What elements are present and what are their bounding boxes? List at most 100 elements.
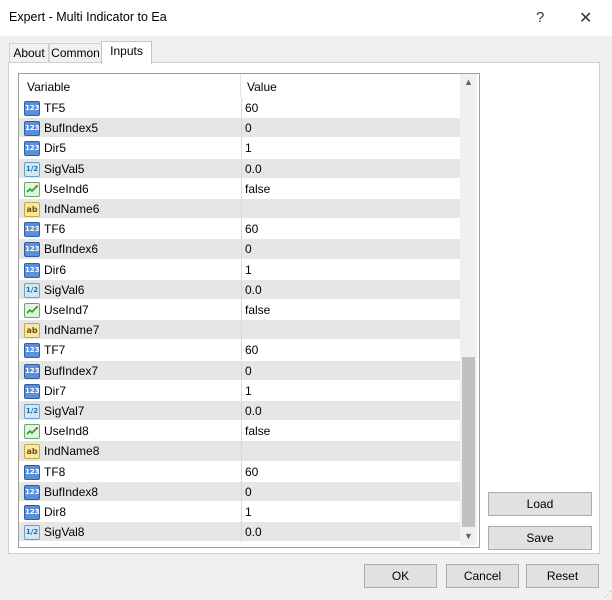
variable-cell: 123 BufIndex6: [22, 239, 238, 259]
value-cell[interactable]: 0: [241, 239, 460, 260]
help-button[interactable]: ?: [536, 9, 544, 26]
table-row[interactable]: UseInd6 false: [19, 178, 460, 199]
value-cell[interactable]: 60: [241, 461, 460, 482]
variable-value[interactable]: 1: [245, 141, 252, 155]
value-cell[interactable]: [241, 199, 460, 219]
value-cell[interactable]: 60: [241, 219, 460, 240]
variable-cell: 123 BufIndex8: [22, 482, 238, 502]
table-row[interactable]: ab IndName8: [19, 441, 460, 462]
variable-value[interactable]: 0: [245, 242, 252, 256]
scroll-down-icon[interactable]: ▼: [460, 528, 477, 545]
ok-button[interactable]: OK: [364, 564, 437, 588]
variable-cell: UseInd7: [22, 300, 238, 320]
load-button[interactable]: Load: [488, 492, 592, 516]
variable-value[interactable]: false: [245, 182, 270, 196]
resize-grip-icon[interactable]: ⋰: [604, 590, 612, 599]
value-cell[interactable]: false: [241, 421, 460, 442]
tab-common[interactable]: Common: [49, 43, 102, 63]
table-row[interactable]: 123 Dir7 1: [19, 380, 460, 401]
table-row[interactable]: 1/2 SigVal7 0.0: [19, 401, 460, 422]
scroll-thumb[interactable]: [462, 357, 475, 527]
vertical-scrollbar[interactable]: ▲ ▼: [460, 74, 477, 545]
variable-value[interactable]: 0: [245, 364, 252, 378]
cancel-button[interactable]: Cancel: [446, 564, 519, 588]
value-cell[interactable]: 0.0: [241, 522, 460, 543]
value-cell[interactable]: false: [241, 300, 460, 320]
variable-value[interactable]: 0: [245, 485, 252, 499]
table-row[interactable]: 123 Dir6 1: [19, 259, 460, 280]
variable-cell: 1/2 SigVal8: [22, 522, 238, 542]
table-row[interactable]: ab IndName6: [19, 199, 460, 220]
table-row[interactable]: 123 BufIndex8 0: [19, 481, 460, 502]
table-row[interactable]: 123 TF8 60: [19, 461, 460, 482]
table-row[interactable]: 123 TF6 60: [19, 219, 460, 240]
variable-value[interactable]: 0.0: [245, 525, 262, 539]
variable-name: UseInd6: [44, 181, 89, 196]
grid-header: Variable Value: [19, 74, 460, 99]
table-row[interactable]: 123 Dir5 1: [19, 138, 460, 159]
table-row[interactable]: 1/2 SigVal5 0.0: [19, 158, 460, 179]
variable-value[interactable]: 1: [245, 505, 252, 519]
table-row[interactable]: 123 TF7 60: [19, 340, 460, 361]
variable-value[interactable]: 0.0: [245, 404, 262, 418]
table-row[interactable]: ab IndName7: [19, 320, 460, 341]
value-cell[interactable]: 1: [241, 380, 460, 401]
variable-value[interactable]: 1: [245, 263, 252, 277]
reset-button[interactable]: Reset: [526, 564, 599, 588]
variable-value[interactable]: 60: [245, 222, 258, 236]
value-cell[interactable]: 1: [241, 138, 460, 159]
value-cell[interactable]: [241, 320, 460, 341]
integer-type-icon: 123: [24, 121, 40, 137]
table-row[interactable]: 123 BufIndex5 0: [19, 118, 460, 139]
variable-name: Dir8: [44, 505, 67, 519]
value-cell[interactable]: [241, 441, 460, 462]
variable-value[interactable]: 60: [245, 465, 258, 479]
variable-name: SigVal8: [44, 525, 85, 540]
variable-name: TF5: [44, 101, 66, 115]
close-icon[interactable]: ✕: [579, 8, 592, 28]
value-cell[interactable]: 0: [241, 118, 460, 139]
value-cell[interactable]: 0.0: [241, 158, 460, 179]
variable-value[interactable]: 0.0: [245, 162, 262, 176]
variable-value[interactable]: false: [245, 424, 270, 438]
column-header-value[interactable]: Value: [247, 80, 277, 94]
boolean-type-icon: [24, 181, 40, 197]
value-cell[interactable]: 60: [241, 340, 460, 361]
scroll-up-icon[interactable]: ▲: [460, 74, 477, 91]
inputs-grid: Variable Value 123 TF5 60 123 BufIndex5 0 123 D…: [18, 73, 480, 548]
value-cell[interactable]: 1: [241, 502, 460, 522]
save-button[interactable]: Save: [488, 526, 592, 550]
variable-value[interactable]: 60: [245, 343, 258, 357]
value-cell[interactable]: 1: [241, 259, 460, 280]
variable-name: Dir5: [44, 141, 67, 156]
variable-cell: ab IndName6: [22, 199, 238, 219]
value-cell[interactable]: 0: [241, 360, 460, 381]
variable-cell: 123 TF6: [22, 219, 238, 239]
variable-value[interactable]: 60: [245, 101, 258, 115]
value-cell[interactable]: 0.0: [241, 279, 460, 300]
tab-inputs[interactable]: Inputs: [101, 41, 152, 64]
variable-value[interactable]: false: [245, 303, 270, 317]
value-cell[interactable]: 0: [241, 481, 460, 502]
table-row[interactable]: 1/2 SigVal6 0.0: [19, 279, 460, 300]
table-row[interactable]: 123 TF5 60: [19, 98, 460, 119]
table-row[interactable]: 1/2 SigVal8 0.0: [19, 522, 460, 543]
variable-value[interactable]: 1: [245, 384, 252, 398]
table-row[interactable]: 123 Dir8 1: [19, 502, 460, 523]
column-header-variable[interactable]: Variable: [27, 80, 70, 94]
string-type-icon: ab: [24, 444, 40, 460]
column-divider[interactable]: [240, 74, 241, 98]
value-cell[interactable]: 0.0: [241, 401, 460, 421]
variable-cell: 123 TF7: [22, 340, 238, 360]
table-row[interactable]: UseInd7 false: [19, 300, 460, 321]
variable-value[interactable]: 0.0: [245, 283, 262, 297]
table-row[interactable]: UseInd8 false: [19, 421, 460, 442]
variable-value[interactable]: 0: [245, 121, 252, 135]
tab-about[interactable]: About: [9, 43, 49, 63]
variable-cell: 123 BufIndex5: [22, 118, 238, 138]
table-row[interactable]: 123 BufIndex7 0: [19, 360, 460, 381]
variable-cell: ab IndName7: [22, 320, 238, 340]
value-cell[interactable]: false: [241, 178, 460, 199]
table-row[interactable]: 123 BufIndex6 0: [19, 239, 460, 260]
value-cell[interactable]: 60: [241, 98, 460, 118]
